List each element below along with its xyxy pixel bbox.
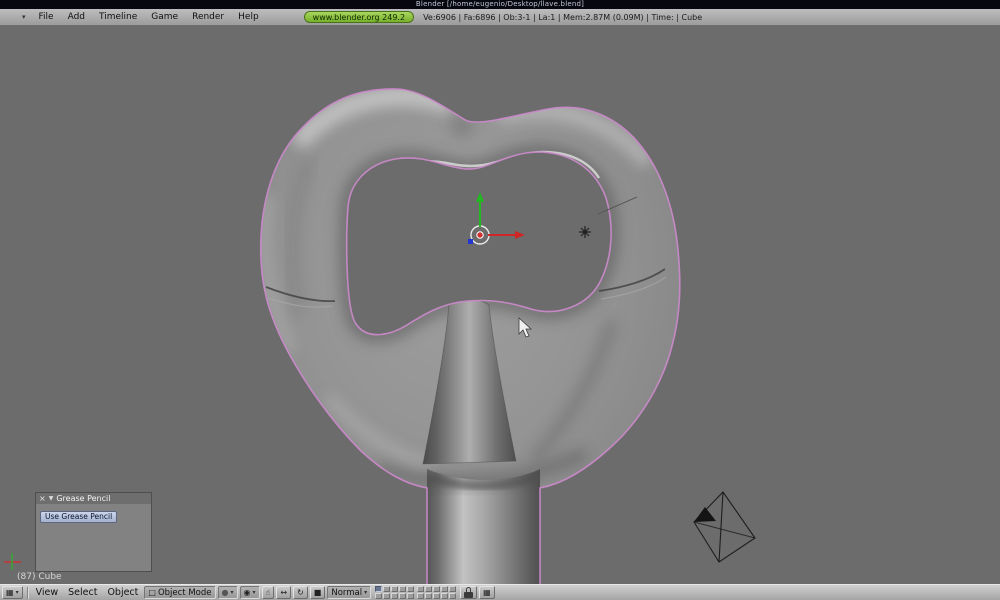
pivot-icon: ◉ — [243, 587, 251, 597]
translate-icon: ↔ — [280, 587, 288, 597]
menu-add[interactable]: Add — [61, 12, 92, 22]
layer-toggle[interactable] — [449, 586, 457, 592]
chevron-down-icon: ▾ — [15, 589, 19, 596]
use-grease-pencil-button[interactable]: Use Grease Pencil — [40, 511, 118, 523]
layer-toggle[interactable] — [375, 586, 383, 592]
rotate-icon: ↻ — [297, 587, 304, 597]
menu-timeline[interactable]: Timeline — [92, 12, 144, 22]
layer-toggle[interactable] — [441, 593, 449, 599]
layer-toggle[interactable] — [417, 586, 425, 592]
panel-close-icon[interactable]: × — [39, 494, 46, 504]
layer-toggle[interactable] — [407, 593, 415, 599]
top-menubar: ▾ File Add Timeline Game Render Help www… — [0, 9, 1000, 26]
layer-toggle[interactable] — [399, 586, 407, 592]
layer-toggle[interactable] — [383, 593, 391, 599]
layer-toggle[interactable] — [375, 593, 383, 599]
object-center-dot — [476, 231, 484, 239]
layer-toggle[interactable] — [449, 593, 457, 599]
gear-icon — [579, 226, 591, 238]
object-mode-icon: □ — [148, 587, 156, 597]
rotate-manipulator-toggle[interactable]: ↻ — [293, 586, 308, 599]
render-grid-icon: ▦ — [483, 587, 491, 597]
chevron-down-icon: ▾ — [230, 589, 234, 596]
menu-game[interactable]: Game — [144, 12, 185, 22]
draw-type-sphere-icon: ● — [221, 587, 229, 597]
layer-toggle[interactable] — [433, 593, 441, 599]
layer-toggle[interactable] — [407, 586, 415, 592]
menu-help[interactable]: Help — [231, 12, 266, 22]
lock-toggle[interactable] — [460, 586, 478, 599]
window-title: Blender [/home/eugenio/Desktop/llave.ble… — [415, 0, 585, 8]
grease-pencil-panel: × ▼ Grease Pencil Use Grease Pencil — [35, 492, 152, 572]
layer-toggle[interactable] — [417, 593, 425, 599]
draw-type-select[interactable]: ● ▾ — [217, 586, 238, 599]
axis-gizmo — [4, 553, 21, 570]
layer-toggle[interactable] — [441, 586, 449, 592]
pivot-point-select[interactable]: ◉ ▾ — [239, 586, 260, 599]
chevron-down-icon: ▾ — [252, 589, 256, 596]
orientation-select[interactable]: Normal ▾ — [327, 586, 372, 599]
panel-title: Grease Pencil — [56, 494, 111, 503]
manipulator-z-handle — [468, 239, 473, 244]
layers-grid — [375, 586, 457, 599]
scale-manipulator-toggle[interactable]: ■ — [309, 586, 326, 599]
editor-type-icon: ▦ — [6, 587, 14, 597]
separator — [26, 586, 28, 599]
layer-toggle[interactable] — [391, 586, 399, 592]
layer-toggle[interactable] — [433, 586, 441, 592]
chevron-down-icon: ▾ — [364, 589, 368, 596]
object-menu[interactable]: Object — [102, 587, 143, 598]
render-this-view-button[interactable]: ▦ — [479, 586, 495, 599]
orientation-select-label: Normal — [331, 587, 363, 598]
layer-toggle[interactable] — [391, 593, 399, 599]
key-model[interactable] — [259, 88, 681, 584]
panel-collapse-icon[interactable]: ▼ — [49, 495, 54, 502]
lock-icon — [464, 587, 474, 598]
active-object-label: (87) Cube — [17, 572, 62, 582]
layer-toggle[interactable] — [425, 593, 433, 599]
header-collapse-icon[interactable]: ▾ — [22, 13, 26, 21]
layer-toggle[interactable] — [425, 586, 433, 592]
transform-manipulator[interactable] — [468, 192, 525, 245]
view-menu[interactable]: View — [31, 587, 64, 598]
window-titlebar: Blender [/home/eugenio/Desktop/llave.ble… — [0, 0, 1000, 9]
grease-pencil-panel-header[interactable]: × ▼ Grease Pencil — [36, 493, 151, 504]
layer-toggle[interactable] — [399, 593, 407, 599]
select-menu[interactable]: Select — [63, 587, 102, 598]
version-badge[interactable]: www.blender.org 249.2 — [303, 11, 415, 23]
mode-select-label: Object Mode — [157, 587, 212, 598]
mode-select[interactable]: □ Object Mode — [144, 586, 216, 599]
menu-render[interactable]: Render — [185, 12, 231, 22]
viewport-3d[interactable]: × ▼ Grease Pencil Use Grease Pencil (87)… — [0, 26, 1000, 584]
manipulator-hand-toggle[interactable]: ☝ — [261, 586, 275, 599]
scale-icon: ■ — [313, 587, 322, 597]
translate-manipulator-toggle[interactable]: ↔ — [276, 586, 292, 599]
hand-icon: ☝ — [265, 587, 271, 597]
scene-stats: Ve:6906 | Fa:6896 | Ob:3-1 | La:1 | Mem:… — [423, 12, 703, 22]
menu-file[interactable]: File — [32, 12, 61, 22]
layer-toggle[interactable] — [383, 586, 391, 592]
editor-type-select[interactable]: ▦ ▾ — [2, 586, 23, 599]
view3d-header: ▦ ▾ View Select Object □ Object Mode ● ▾… — [0, 584, 1000, 600]
